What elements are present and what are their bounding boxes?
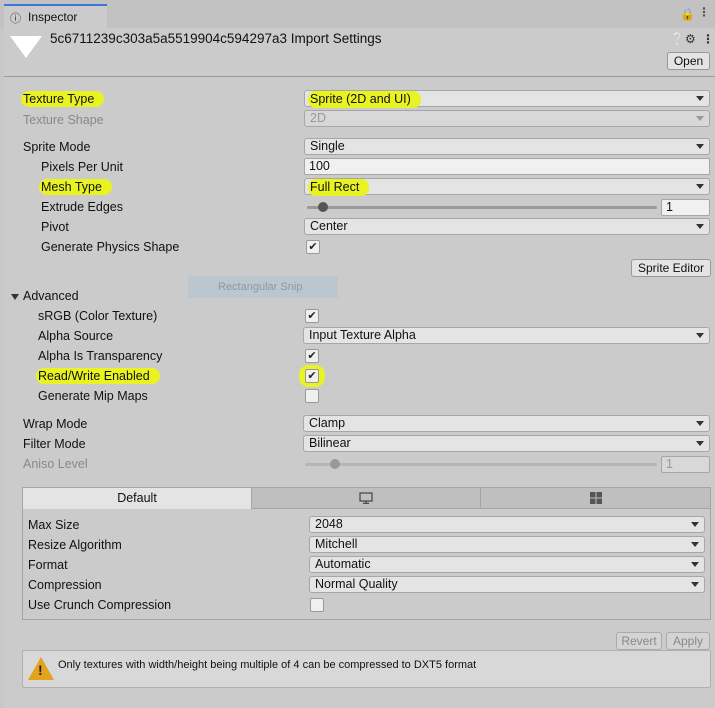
texture-type-label: Texture Type: [21, 91, 105, 107]
page-title: 5c6711239c303a5a5519904c594297a3 Import …: [50, 31, 382, 46]
pivot-label: Pivot: [41, 220, 69, 234]
srgb-checkbox[interactable]: ✔: [305, 309, 319, 323]
read-write-checkbox[interactable]: ✔: [305, 369, 319, 383]
alpha-source-value: Input Texture Alpha: [309, 328, 416, 342]
texture-type-dropdown[interactable]: Sprite (2D and UI): [304, 90, 710, 108]
compression-dropdown[interactable]: Normal Quality: [309, 576, 705, 593]
chevron-down-icon: [696, 184, 704, 189]
checkmark-icon: ✔: [307, 350, 317, 362]
compression-value: Normal Quality: [315, 577, 398, 591]
chevron-down-icon: [696, 421, 704, 426]
sprite-mode-dropdown[interactable]: Single: [304, 138, 710, 155]
chevron-down-icon: [691, 542, 699, 547]
warning-text: Only textures with width/height being mu…: [58, 659, 477, 671]
aniso-level-field: 1: [661, 456, 710, 473]
revert-button[interactable]: Revert: [616, 632, 662, 650]
tab-inspector[interactable]: ⓘ Inspector: [4, 4, 107, 28]
alpha-transparency-label: Alpha Is Transparency: [38, 349, 163, 363]
aniso-level-label: Aniso Level: [23, 457, 88, 471]
sprite-mode-value: Single: [310, 139, 345, 153]
foldout-caret-icon[interactable]: [11, 294, 19, 300]
checkmark-icon: ✔: [307, 310, 317, 322]
filter-mode-label: Filter Mode: [23, 437, 86, 451]
mesh-type-dropdown[interactable]: Full Rect: [304, 178, 710, 196]
apply-button[interactable]: Apply: [666, 632, 710, 650]
checkmark-icon: ✔: [307, 370, 317, 382]
chevron-down-icon: [696, 144, 704, 149]
mip-maps-label: Generate Mip Maps: [38, 389, 148, 403]
max-size-dropdown[interactable]: 2048: [309, 516, 705, 533]
extrude-edges-slider-thumb[interactable]: [317, 202, 328, 212]
monitor-icon: [359, 492, 373, 504]
open-button[interactable]: Open: [667, 52, 710, 70]
tab-default[interactable]: Default: [23, 488, 252, 509]
resize-algorithm-dropdown[interactable]: Mitchell: [309, 536, 705, 553]
resize-algorithm-value: Mitchell: [315, 537, 358, 551]
alpha-transparency-checkbox[interactable]: ✔: [305, 349, 319, 363]
max-size-label: Max Size: [28, 518, 80, 532]
help-icon[interactable]: ❔: [670, 32, 685, 46]
aniso-level-slider-thumb: [329, 459, 340, 469]
windows-logo-icon: [589, 492, 602, 504]
alpha-source-label: Alpha Source: [38, 329, 114, 343]
chevron-down-icon: [691, 522, 699, 527]
chevron-down-icon: [696, 224, 704, 229]
extrude-edges-label: Extrude Edges: [41, 200, 123, 214]
wrap-mode-label: Wrap Mode: [23, 417, 88, 431]
snip-tool-overlay: Rectangular Snip: [188, 276, 338, 298]
warning-exclamation: !: [38, 662, 43, 678]
format-label: Format: [28, 558, 68, 572]
wrap-mode-value: Clamp: [309, 416, 346, 430]
compression-label: Compression: [28, 578, 102, 592]
texture-shape-dropdown: 2D: [304, 110, 710, 127]
pixels-per-unit-label: Pixels Per Unit: [41, 160, 123, 174]
mip-maps-checkbox[interactable]: [305, 389, 319, 403]
filter-mode-value: Bilinear: [309, 436, 351, 450]
chevron-down-icon: [691, 582, 699, 587]
advanced-foldout-label[interactable]: Advanced: [23, 289, 79, 303]
format-value: Automatic: [315, 557, 371, 571]
crunch-compression-checkbox[interactable]: [310, 598, 324, 612]
texture-type-value: Sprite (2D and UI): [308, 91, 421, 108]
pivot-value: Center: [310, 219, 348, 233]
extrude-edges-field[interactable]: 1: [661, 199, 710, 216]
crunch-compression-label: Use Crunch Compression: [28, 598, 172, 612]
max-size-value: 2048: [315, 517, 343, 531]
pivot-dropdown[interactable]: Center: [304, 218, 710, 235]
pixels-per-unit-field[interactable]: 100: [304, 158, 710, 175]
mesh-type-value: Full Rect: [308, 179, 370, 196]
tab-standalone[interactable]: [252, 488, 481, 509]
sliders-icon[interactable]: ⚙: [685, 32, 696, 46]
texture-shape-value: 2D: [310, 111, 326, 125]
sprite-editor-button[interactable]: Sprite Editor: [631, 259, 711, 277]
tab-windows[interactable]: [481, 488, 710, 509]
sprite-mode-label: Sprite Mode: [23, 140, 91, 154]
physics-shape-label: Generate Physics Shape: [41, 240, 180, 254]
format-dropdown[interactable]: Automatic: [309, 556, 705, 573]
info-icon: ⓘ: [10, 13, 21, 25]
filter-mode-dropdown[interactable]: Bilinear: [303, 435, 710, 452]
aniso-level-slider-track: [305, 463, 657, 466]
extrude-edges-slider-track[interactable]: [307, 206, 657, 209]
window-tab-bar: [0, 0, 715, 28]
chevron-down-icon: [696, 333, 704, 338]
chevron-down-icon: [696, 116, 704, 121]
mesh-type-label: Mesh Type: [39, 179, 112, 195]
chevron-down-icon: [696, 96, 704, 101]
physics-shape-checkbox[interactable]: ✔: [306, 240, 320, 254]
texture-shape-label: Texture Shape: [23, 113, 104, 127]
chevron-down-icon: [696, 441, 704, 446]
alpha-source-dropdown[interactable]: Input Texture Alpha: [303, 327, 710, 344]
kebab-menu-icon[interactable]: ⋮: [698, 5, 710, 19]
read-write-label: Read/Write Enabled: [36, 368, 160, 384]
srgb-label: sRGB (Color Texture): [38, 309, 158, 323]
lock-icon[interactable]: 🔒: [680, 7, 695, 21]
more-options-icon[interactable]: ⋮: [702, 32, 714, 46]
texture-asset-icon: [10, 36, 42, 58]
chevron-down-icon: [691, 562, 699, 567]
wrap-mode-dropdown[interactable]: Clamp: [303, 415, 710, 432]
tab-inspector-label: Inspector: [28, 10, 78, 24]
checkmark-icon: ✔: [308, 241, 318, 253]
resize-algorithm-label: Resize Algorithm: [28, 538, 122, 552]
